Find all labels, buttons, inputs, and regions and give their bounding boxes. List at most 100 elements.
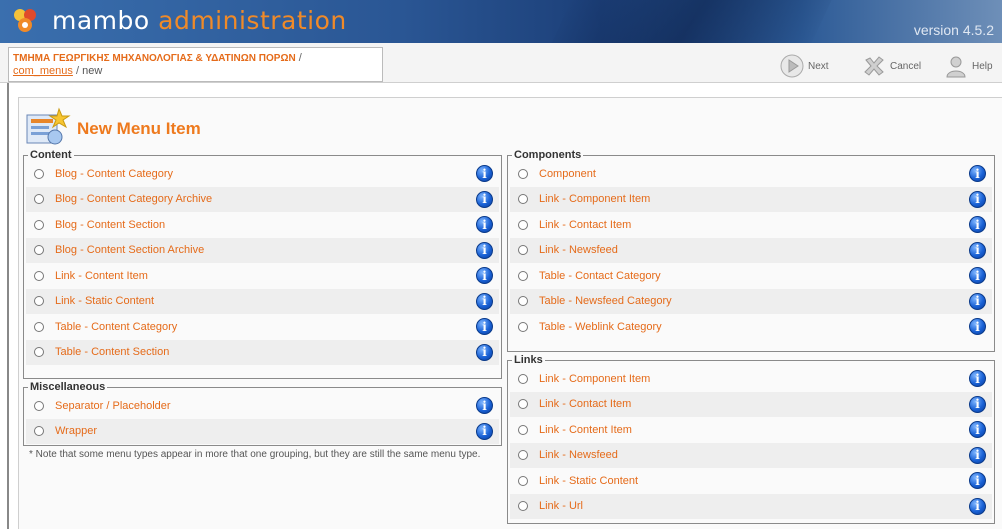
menu-type-link[interactable]: Table - Newsfeed Category: [539, 295, 672, 307]
menu-type-link[interactable]: Link - Contact Item: [539, 398, 631, 410]
info-icon[interactable]: i: [476, 165, 493, 182]
radio-button[interactable]: [34, 219, 44, 230]
radio-button[interactable]: [518, 501, 528, 512]
radio-button[interactable]: [518, 399, 528, 410]
next-button[interactable]: Next: [780, 53, 829, 79]
list-item[interactable]: Blog - Content Category i: [26, 161, 499, 187]
help-button[interactable]: Help: [944, 53, 993, 79]
radio-button[interactable]: [518, 321, 528, 332]
list-item[interactable]: Link - Newsfeed i: [510, 237, 992, 263]
menu-type-link[interactable]: Link - Static Content: [55, 295, 154, 307]
list-item[interactable]: Link - Component Item i: [510, 186, 992, 212]
radio-button[interactable]: [518, 245, 528, 256]
menu-type-link[interactable]: Blog - Content Category Archive: [55, 193, 212, 205]
list-item[interactable]: Table - Contact Category i: [510, 263, 992, 289]
menu-type-link[interactable]: Component: [539, 168, 596, 180]
brand-accent: administration: [158, 6, 347, 35]
menu-type-link[interactable]: Link - Url: [539, 500, 583, 512]
menu-type-link[interactable]: Table - Contact Category: [539, 270, 661, 282]
menu-type-link[interactable]: Link - Content Item: [539, 424, 632, 436]
brand-main: mambo: [52, 6, 159, 35]
list-item[interactable]: Blog - Content Category Archive i: [26, 186, 499, 212]
info-icon[interactable]: i: [969, 497, 986, 515]
info-icon[interactable]: i: [476, 190, 493, 208]
info-icon[interactable]: i: [476, 318, 493, 335]
radio-button[interactable]: [34, 296, 44, 307]
info-icon[interactable]: i: [969, 446, 986, 464]
radio-button[interactable]: [34, 426, 44, 437]
radio-button[interactable]: [34, 347, 44, 358]
info-icon[interactable]: i: [476, 267, 493, 284]
info-icon[interactable]: i: [969, 395, 986, 413]
menu-type-link[interactable]: Table - Weblink Category: [539, 321, 662, 333]
info-icon[interactable]: i: [969, 421, 986, 438]
info-icon[interactable]: i: [476, 422, 493, 440]
radio-button[interactable]: [34, 168, 44, 179]
menu-type-link[interactable]: Link - Newsfeed: [539, 244, 618, 256]
list-item[interactable]: Wrapper i: [26, 418, 499, 444]
radio-button[interactable]: [34, 321, 44, 332]
info-icon[interactable]: i: [969, 190, 986, 208]
radio-button[interactable]: [34, 270, 44, 281]
menu-type-link[interactable]: Blog - Content Section Archive: [55, 244, 204, 256]
info-icon[interactable]: i: [969, 216, 986, 233]
info-icon[interactable]: i: [476, 292, 493, 310]
radio-button[interactable]: [518, 475, 528, 486]
list-item[interactable]: Separator / Placeholder i: [26, 393, 499, 419]
info-icon[interactable]: i: [476, 343, 493, 361]
list-item[interactable]: Link - Contact Item i: [510, 391, 992, 417]
menu-type-link[interactable]: Table - Content Section: [55, 346, 169, 358]
info-icon[interactable]: i: [969, 267, 986, 284]
list-item[interactable]: Link - Contact Item i: [510, 212, 992, 238]
menu-type-link[interactable]: Link - Component Item: [539, 193, 650, 205]
info-icon[interactable]: i: [476, 216, 493, 233]
menu-type-link[interactable]: Wrapper: [55, 425, 97, 437]
radio-button[interactable]: [518, 373, 528, 384]
info-icon[interactable]: i: [476, 241, 493, 259]
menu-type-link[interactable]: Link - Static Content: [539, 475, 638, 487]
list-item[interactable]: Table - Newsfeed Category i: [510, 288, 992, 314]
info-icon[interactable]: i: [969, 241, 986, 259]
list-item[interactable]: Link - Content Item i: [510, 417, 992, 443]
list-item[interactable]: Component i: [510, 161, 992, 187]
info-icon[interactable]: i: [969, 292, 986, 310]
menu-type-link[interactable]: Table - Content Category: [55, 321, 177, 333]
list-item[interactable]: Link - Static Content i: [510, 468, 992, 494]
radio-button[interactable]: [34, 194, 44, 205]
list-item[interactable]: Link - Component Item i: [510, 366, 992, 392]
radio-button[interactable]: [518, 424, 528, 435]
list-item[interactable]: Link - Url i: [510, 493, 992, 519]
info-icon[interactable]: i: [969, 165, 986, 182]
info-icon[interactable]: i: [969, 472, 986, 489]
cancel-button[interactable]: Cancel: [862, 53, 921, 79]
radio-button[interactable]: [518, 270, 528, 281]
radio-button[interactable]: [518, 450, 528, 461]
list-item[interactable]: Table - Weblink Category i: [510, 314, 992, 340]
cancel-label: Cancel: [890, 60, 922, 72]
radio-button[interactable]: [34, 245, 44, 256]
radio-button[interactable]: [518, 168, 528, 179]
list-item[interactable]: Blog - Content Section i: [26, 212, 499, 238]
info-icon[interactable]: i: [476, 397, 493, 414]
group-links-legend: Links: [514, 354, 543, 366]
list-item[interactable]: Blog - Content Section Archive i: [26, 237, 499, 263]
menu-type-link[interactable]: Link - Component Item: [539, 373, 650, 385]
menu-type-link[interactable]: Link - Content Item: [55, 270, 148, 282]
menu-type-link[interactable]: Blog - Content Section: [55, 219, 165, 231]
menu-type-link[interactable]: Link - Contact Item: [539, 219, 631, 231]
radio-button[interactable]: [518, 194, 528, 205]
menu-type-link[interactable]: Separator / Placeholder: [55, 400, 171, 412]
radio-button[interactable]: [34, 400, 44, 411]
breadcrumb-component-link[interactable]: com_menus: [13, 65, 73, 77]
list-item[interactable]: Table - Content Section i: [26, 339, 499, 365]
radio-button[interactable]: [518, 296, 528, 307]
list-item[interactable]: Link - Content Item i: [26, 263, 499, 289]
info-icon[interactable]: i: [969, 370, 986, 387]
list-item[interactable]: Link - Newsfeed i: [510, 442, 992, 468]
menu-type-link[interactable]: Link - Newsfeed: [539, 449, 618, 461]
radio-button[interactable]: [518, 219, 528, 230]
info-icon[interactable]: i: [969, 318, 986, 335]
list-item[interactable]: Table - Content Category i: [26, 314, 499, 340]
menu-type-link[interactable]: Blog - Content Category: [55, 168, 173, 180]
list-item[interactable]: Link - Static Content i: [26, 288, 499, 314]
